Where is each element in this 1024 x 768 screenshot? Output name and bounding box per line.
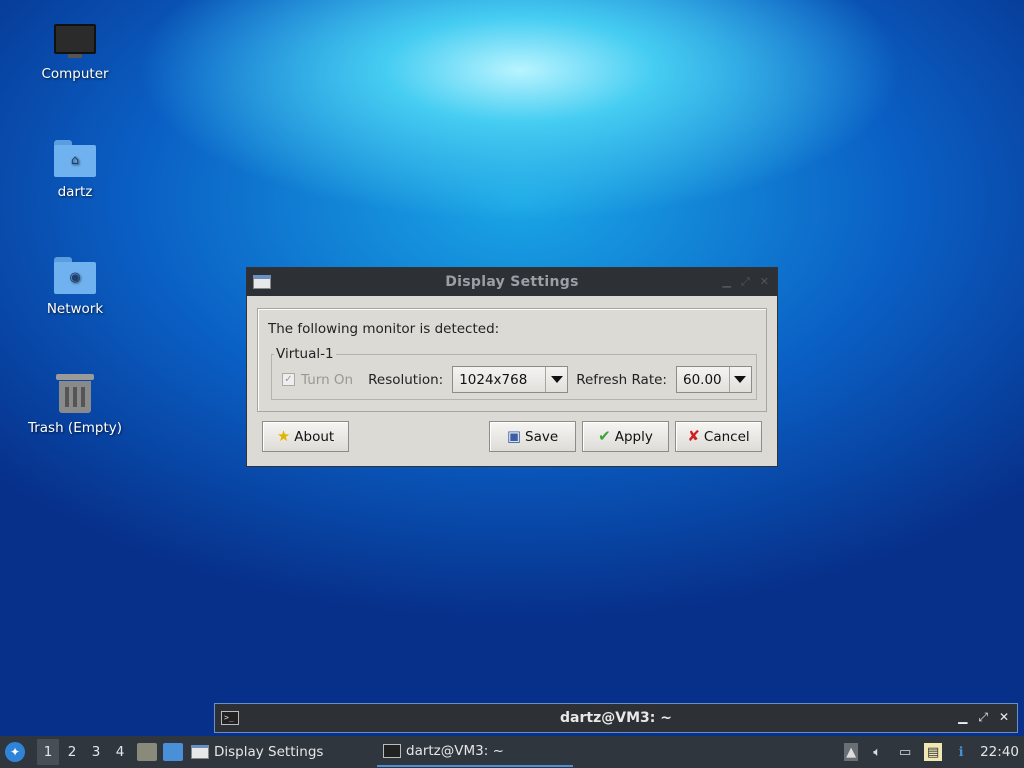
save-label: Save <box>525 428 559 445</box>
close-icon[interactable]: ✕ <box>760 275 769 289</box>
clipboard-icon[interactable]: ▤ <box>924 743 943 761</box>
minimize-icon[interactable]: ▁ <box>958 710 967 725</box>
home-folder-icon: ⌂ <box>54 140 96 178</box>
checkmark-icon: ✔ <box>598 427 611 445</box>
show-desktop-icon[interactable] <box>163 743 183 761</box>
save-button[interactable]: ▣ Save <box>489 421 576 452</box>
workspace-1[interactable]: 1 <box>37 739 59 765</box>
desktop-icon-label: Trash (Empty) <box>27 420 123 436</box>
desktop-icon-network[interactable]: ◉ Network <box>20 257 130 317</box>
workspace-4[interactable]: 4 <box>109 739 131 765</box>
monitor-name: Virtual-1 <box>274 346 336 362</box>
terminal-title: dartz@VM3: ~ <box>560 710 672 726</box>
task-label: Display Settings <box>214 744 324 760</box>
desktop-icon-label: Network <box>46 301 104 317</box>
apply-button[interactable]: ✔ Apply <box>582 421 669 452</box>
star-icon: ★ <box>276 427 291 445</box>
apply-label: Apply <box>614 428 653 445</box>
about-label: About <box>294 428 335 445</box>
file-manager-icon[interactable] <box>137 743 157 761</box>
task-terminal[interactable]: dartz@VM3: ~ <box>377 737 573 767</box>
cancel-x-icon: ✘ <box>687 427 700 445</box>
chevron-down-icon[interactable] <box>545 367 567 392</box>
resolution-value: 1024x768 <box>459 371 528 388</box>
detected-text: The following monitor is detected: <box>268 321 500 337</box>
maximize-icon[interactable]: ⤢ <box>741 275 750 289</box>
trash-icon <box>56 372 94 414</box>
task-label: dartz@VM3: ~ <box>406 743 504 759</box>
refresh-rate-select[interactable]: 60.00 <box>675 366 752 393</box>
desktop-icon-label: dartz <box>57 184 93 200</box>
window-icon <box>191 745 209 759</box>
desktop-icon-label: Computer <box>41 66 109 82</box>
minimize-icon[interactable]: ▁ <box>723 275 731 289</box>
clock[interactable]: 22:40 <box>980 744 1019 760</box>
network-icon[interactable]: ▭ <box>896 743 914 761</box>
cancel-button[interactable]: ✘ Cancel <box>675 421 762 452</box>
task-display-settings[interactable]: Display Settings <box>185 737 377 767</box>
volume-icon[interactable]: 🔈︎ <box>868 743 886 761</box>
resolution-label: Resolution: <box>368 371 444 388</box>
chevron-down-icon[interactable] <box>728 367 751 392</box>
desktop-icon-computer[interactable]: Computer <box>20 24 130 82</box>
refresh-rate-value: 60.00 <box>682 371 722 388</box>
network-folder-icon: ◉ <box>54 257 96 295</box>
about-button[interactable]: ★ About <box>262 421 349 452</box>
refresh-rate-label: Refresh Rate: <box>576 371 667 388</box>
cancel-label: Cancel <box>703 428 750 445</box>
dialog-titlebar[interactable]: Display Settings ▁ ⤢ ✕ <box>247 268 777 296</box>
taskbar: ✦ 1 2 3 4 Display Settings dartz@VM3: ~ … <box>0 736 1024 768</box>
turn-on-checkbox[interactable]: ✓ <box>282 373 295 386</box>
floppy-disk-icon: ▣ <box>506 427 522 445</box>
system-tray: ▲ 🔈︎ ▭ ▤ ℹ 22:40 <box>844 736 1024 768</box>
start-menu-icon[interactable]: ✦ <box>5 742 25 762</box>
update-notifier-icon[interactable]: ℹ <box>952 743 970 761</box>
desktop-icon-trash[interactable]: Trash (Empty) <box>20 372 130 436</box>
tray-up-arrow-icon[interactable]: ▲ <box>844 743 859 761</box>
monitor-panel: The following monitor is detected: Virtu… <box>257 308 767 412</box>
dialog-title: Display Settings <box>445 274 579 290</box>
turn-on-label: Turn On <box>301 371 354 388</box>
computer-icon <box>54 24 96 60</box>
monitor-group: Virtual-1 ✓ Turn On Resolution: 1024x768… <box>271 346 757 400</box>
workspace-2[interactable]: 2 <box>61 739 83 765</box>
terminal-window-titlebar[interactable]: >_ dartz@VM3: ~ ▁ ⤢ ✕ <box>214 703 1018 733</box>
maximize-icon[interactable]: ⤢ <box>978 710 988 725</box>
workspace-3[interactable]: 3 <box>85 739 107 765</box>
close-icon[interactable]: ✕ <box>999 710 1009 725</box>
terminal-icon <box>383 744 401 758</box>
resolution-select[interactable]: 1024x768 <box>452 366 569 393</box>
desktop-icon-home[interactable]: ⌂ dartz <box>20 140 130 200</box>
display-settings-dialog: Display Settings ▁ ⤢ ✕ The following mon… <box>246 267 778 467</box>
